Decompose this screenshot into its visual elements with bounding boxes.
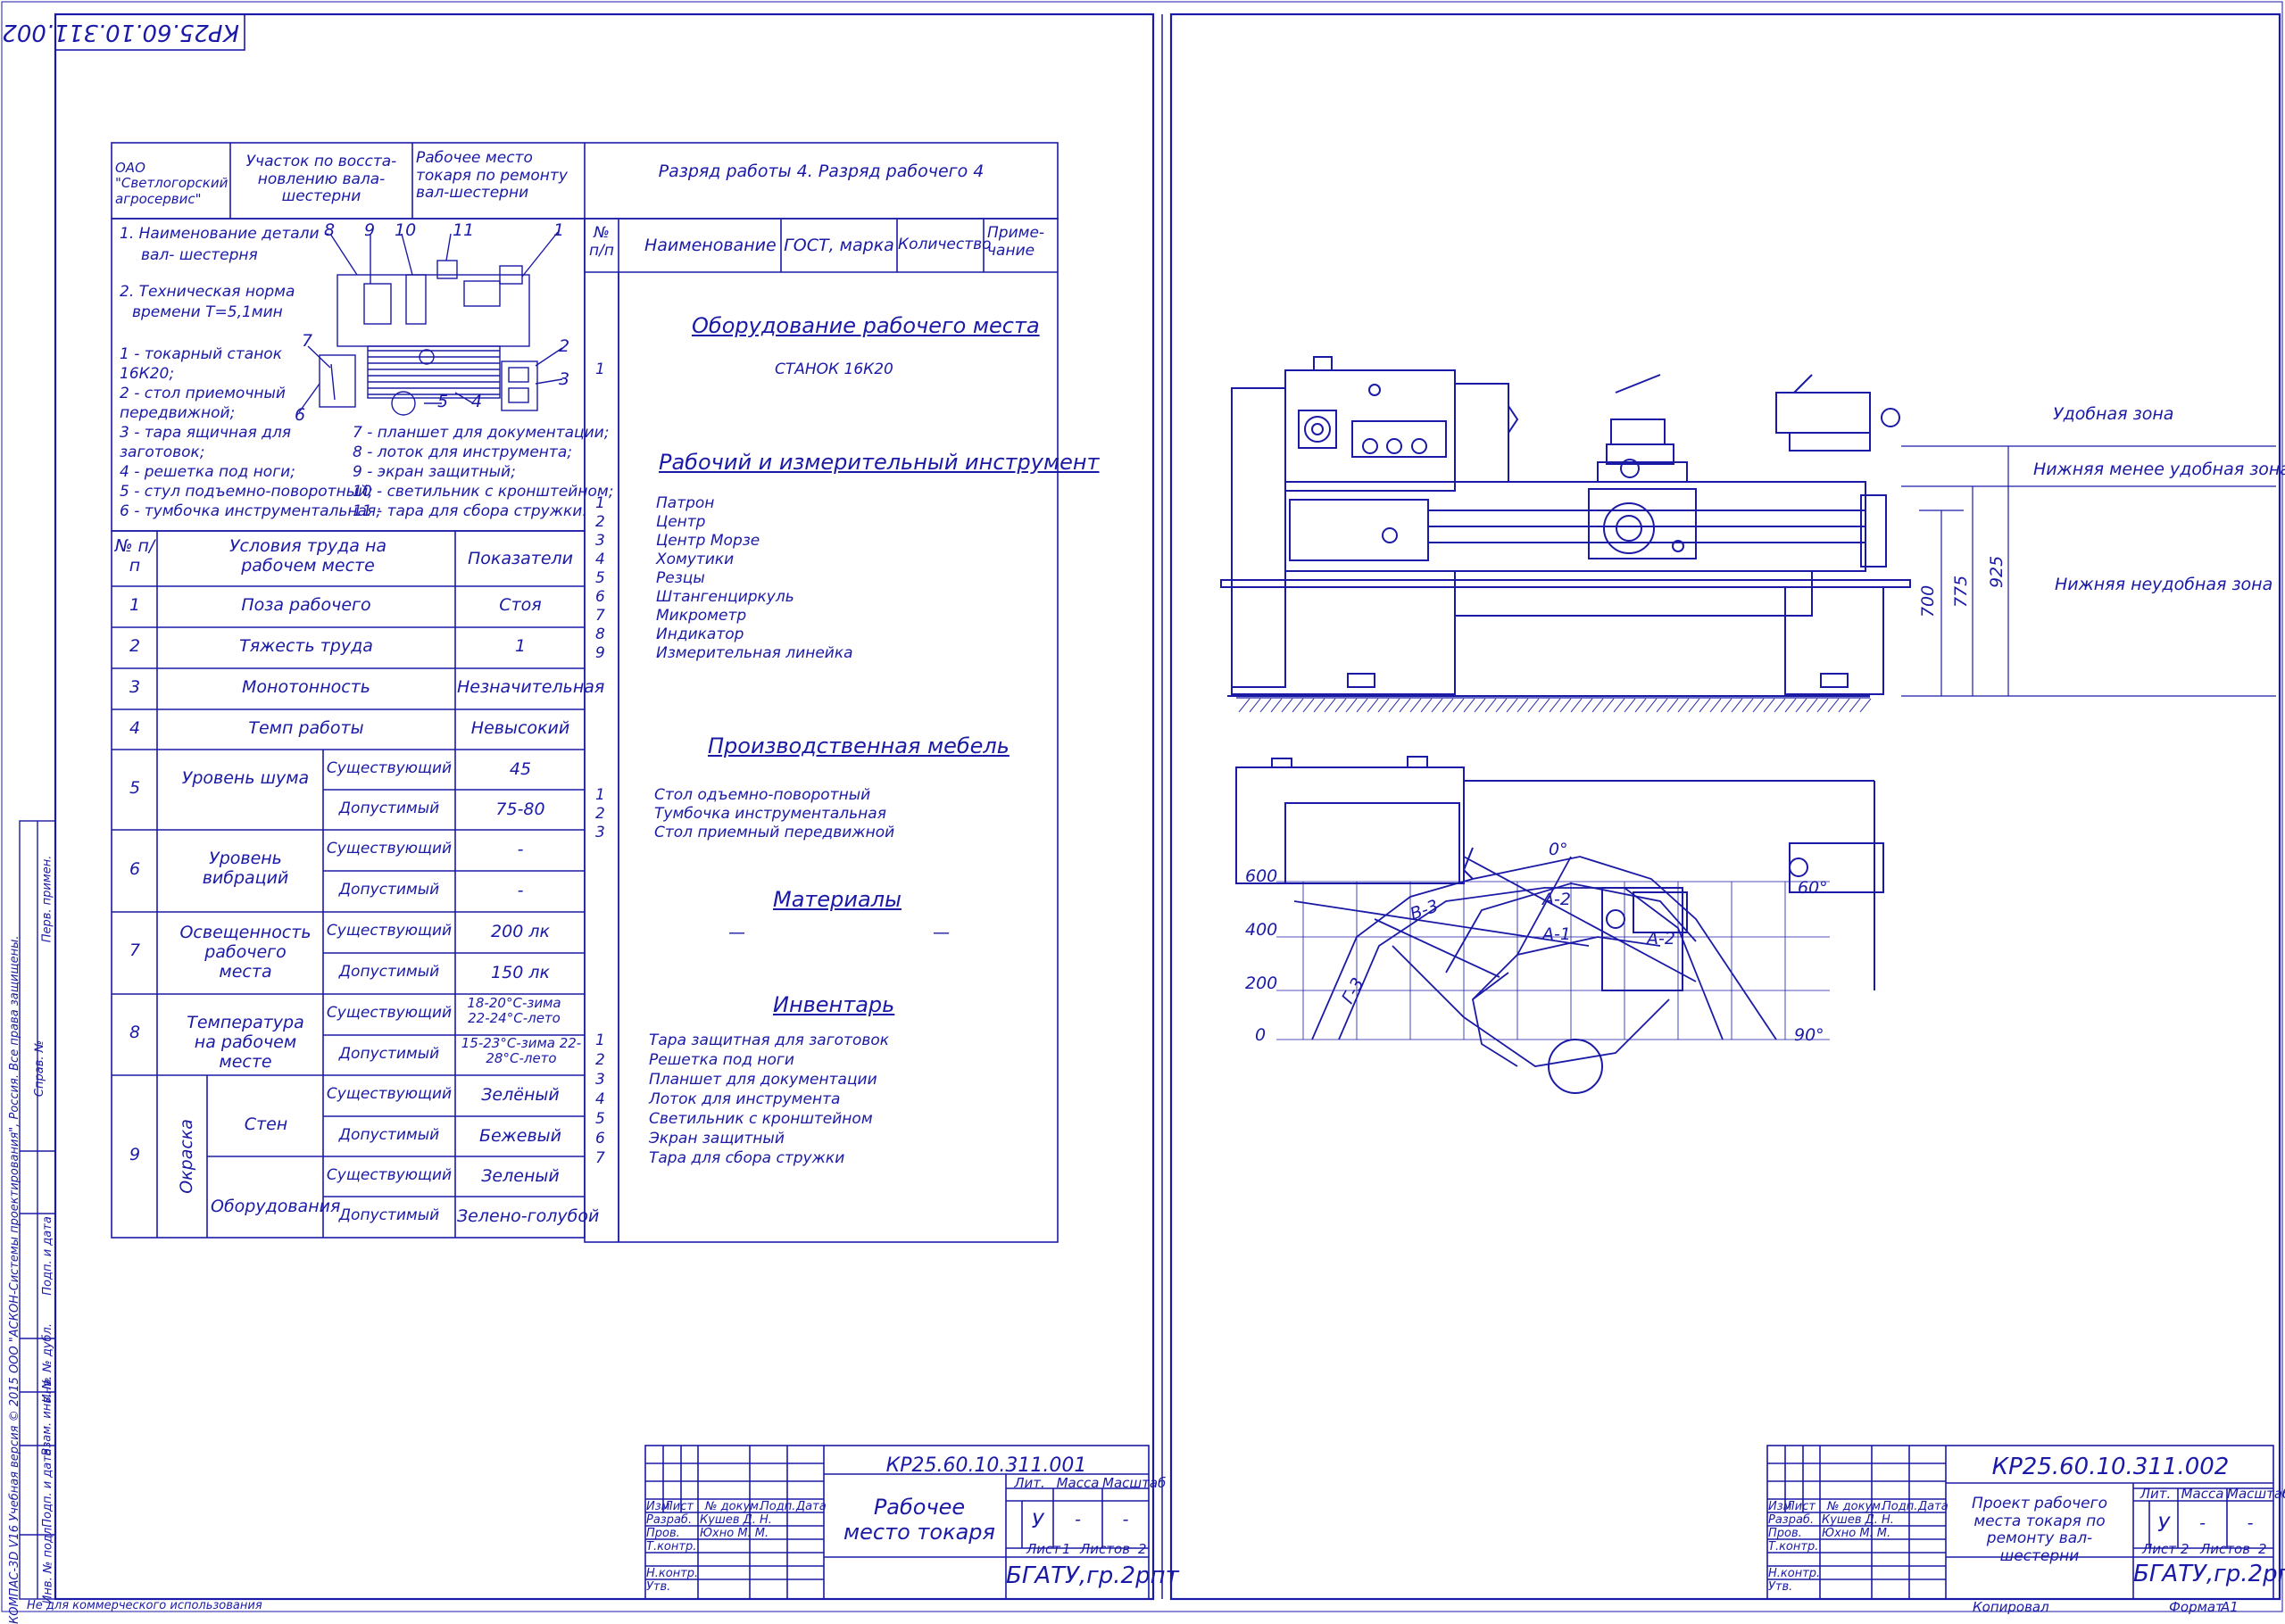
inventory-number: 6: [595, 1130, 605, 1148]
tool-item: Индикатор: [656, 626, 744, 643]
reach-zones: [1293, 856, 1777, 1067]
tool-number: 2: [595, 513, 605, 531]
tool-number: 6: [595, 588, 605, 606]
inventory-item: Планшет для документации: [649, 1071, 877, 1089]
furniture-number: 1: [595, 786, 605, 804]
stamp-top: КР25.60.10.311.002: [2, 19, 239, 46]
tool-number: 5: [595, 569, 605, 587]
header-org: ОАО "Светлогорский агросервис": [115, 160, 228, 207]
tool-number: 7: [595, 607, 605, 625]
inventory-item: Решетка под ноги: [649, 1051, 794, 1069]
inventory-number: 7: [595, 1149, 605, 1167]
header-workplace: Рабочее место токаря по ремонту вал-шест…: [416, 149, 568, 203]
header-rank: Разряд работы 4. Разряд рабочего 4: [658, 162, 985, 181]
inventory-number: 2: [595, 1051, 605, 1069]
inventory-item: Экран защитный: [649, 1130, 785, 1148]
inventory-item: Лоток для инструмента: [649, 1090, 841, 1108]
sheet2-frame: [1169, 12, 2281, 1601]
tool-number: 9: [595, 644, 605, 662]
inventory-number: 5: [595, 1110, 605, 1128]
inventory-number: 1: [595, 1032, 605, 1049]
inventory-number: 3: [595, 1071, 605, 1089]
furniture-item: Стол одъемно-поворотный: [654, 786, 871, 804]
inventory-item: Тара защитная для заготовок: [649, 1032, 890, 1049]
tool-item: Микрометр: [656, 607, 747, 625]
inventory-item: Тара для сбора стружки: [649, 1149, 845, 1167]
workplace-plan: [298, 231, 563, 416]
furniture-number: 2: [595, 805, 605, 823]
inventory-item: Светильник с кронштейном: [649, 1110, 873, 1128]
tool-item: Хомутики: [656, 551, 735, 568]
tool-item: Штангенциркуль: [656, 588, 794, 606]
zone-lines: [1901, 445, 2276, 697]
furniture-item: Стол приемный передвижной: [654, 824, 895, 841]
tool-number: 8: [595, 626, 605, 643]
inventory-number: 4: [595, 1090, 605, 1108]
tool-item: Центр Морзе: [656, 532, 760, 550]
tool-item: Резцы: [656, 569, 705, 587]
tool-item: Центр: [656, 513, 706, 531]
tool-item: Патрон: [656, 494, 715, 512]
tool-number: 3: [595, 532, 605, 550]
header-area: Участок по восста-новлению вала-шестерни: [245, 153, 397, 206]
lathe-side-view: [1220, 356, 1911, 697]
furniture-item: Тумбочка инструментальная: [654, 805, 886, 823]
tool-number: 4: [595, 551, 605, 568]
tool-item: Измерительная линейка: [656, 644, 853, 662]
furniture-number: 3: [595, 824, 605, 841]
tool-number: 1: [595, 494, 605, 512]
